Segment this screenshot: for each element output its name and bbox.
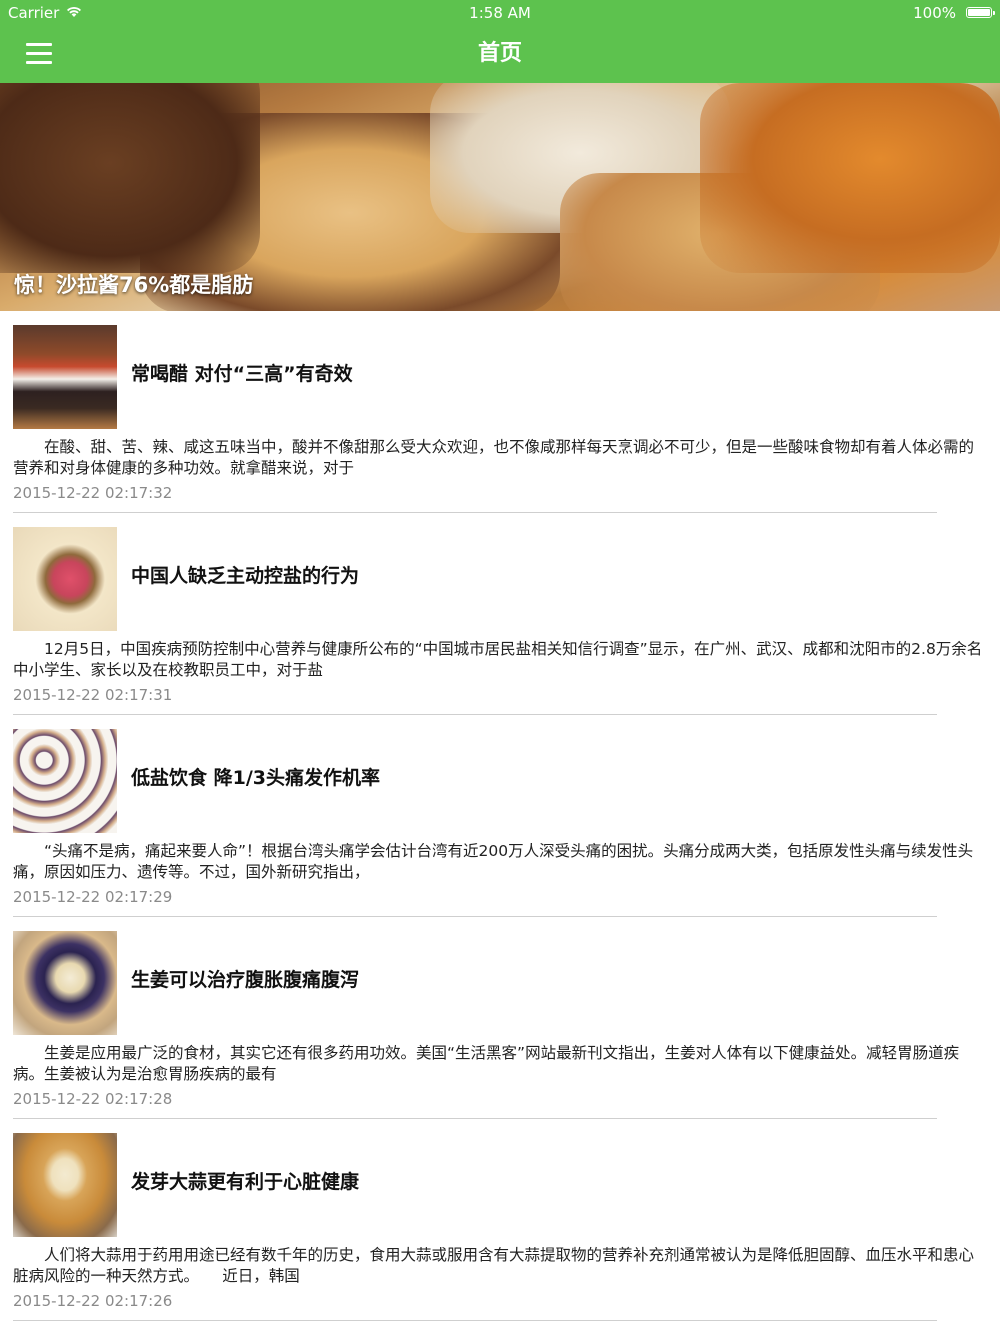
article-summary: “头痛不是病，痛起来要人命”！根据台湾头痛学会估计台湾有近200万人深受头痛的困…: [13, 842, 974, 881]
article-timestamp: 2015-12-22 02:17:26: [13, 1292, 173, 1310]
battery-percentage: 100%: [913, 4, 956, 22]
article-title: 常喝醋 对付“三高”有奇效: [131, 363, 353, 385]
list-item[interactable]: 生姜可以治疗腹胀腹痛腹泻 生姜是应用最广泛的食材，其实它还有很多药用功效。美国“…: [0, 917, 1000, 1119]
article-thumbnail: [13, 527, 117, 631]
article-timestamp: 2015-12-22 02:17:31: [13, 686, 173, 704]
article-thumbnail: [13, 1133, 117, 1237]
article-list: 常喝醋 对付“三高”有奇效 在酸、甜、苦、辣、咸这五味当中，酸并不像甜那么受大众…: [0, 311, 1000, 1321]
status-time: 1:58 AM: [469, 4, 531, 22]
list-item[interactable]: 常喝醋 对付“三高”有奇效 在酸、甜、苦、辣、咸这五味当中，酸并不像甜那么受大众…: [0, 311, 1000, 513]
navigation-bar: Carrier 1:58 AM 100% 首页: [0, 0, 1000, 83]
battery-icon: [966, 7, 995, 18]
article-summary: 在酸、甜、苦、辣、咸这五味当中，酸并不像甜那么受大众欢迎，也不像咸那样每天烹调必…: [13, 438, 975, 477]
article-timestamp: 2015-12-22 02:17:32: [13, 484, 173, 502]
article-title: 中国人缺乏主动控盐的行为: [131, 565, 360, 587]
divider: [13, 1320, 937, 1321]
article-title: 低盐饮食 降1/3头痛发作机率: [131, 767, 380, 789]
article-summary: 12月5日，中国疾病预防控制中心营养与健康所公布的“中国城市居民盐相关知信行调查…: [13, 640, 983, 679]
article-thumbnail: [13, 325, 117, 429]
article-timestamp: 2015-12-22 02:17:29: [13, 888, 173, 906]
article-thumbnail: [13, 729, 117, 833]
article-title: 生姜可以治疗腹胀腹痛腹泻: [131, 969, 360, 991]
article-thumbnail: [13, 931, 117, 1035]
banner-title[interactable]: 惊！沙拉酱76%都是脂肪: [14, 270, 253, 300]
list-item[interactable]: 低盐饮食 降1/3头痛发作机率 “头痛不是病，痛起来要人命”！根据台湾头痛学会估…: [0, 715, 1000, 917]
article-title: 发芽大蒜更有利于心脏健康: [131, 1171, 360, 1193]
article-summary: 生姜是应用最广泛的食材，其实它还有很多药用功效。美国“生活黑客”网站最新刊文指出…: [13, 1044, 960, 1083]
article-summary: 人们将大蒜用于药用用途已经有数千年的历史，食用大蒜或服用含有大蒜提取物的营养补充…: [13, 1246, 975, 1285]
list-item[interactable]: 发芽大蒜更有利于心脏健康 人们将大蒜用于药用用途已经有数千年的历史，食用大蒜或服…: [0, 1119, 1000, 1321]
page-title: 首页: [477, 41, 522, 66]
list-item[interactable]: 中国人缺乏主动控盐的行为 12月5日，中国疾病预防控制中心营养与健康所公布的“中…: [0, 513, 1000, 715]
article-timestamp: 2015-12-22 02:17:28: [13, 1090, 173, 1108]
